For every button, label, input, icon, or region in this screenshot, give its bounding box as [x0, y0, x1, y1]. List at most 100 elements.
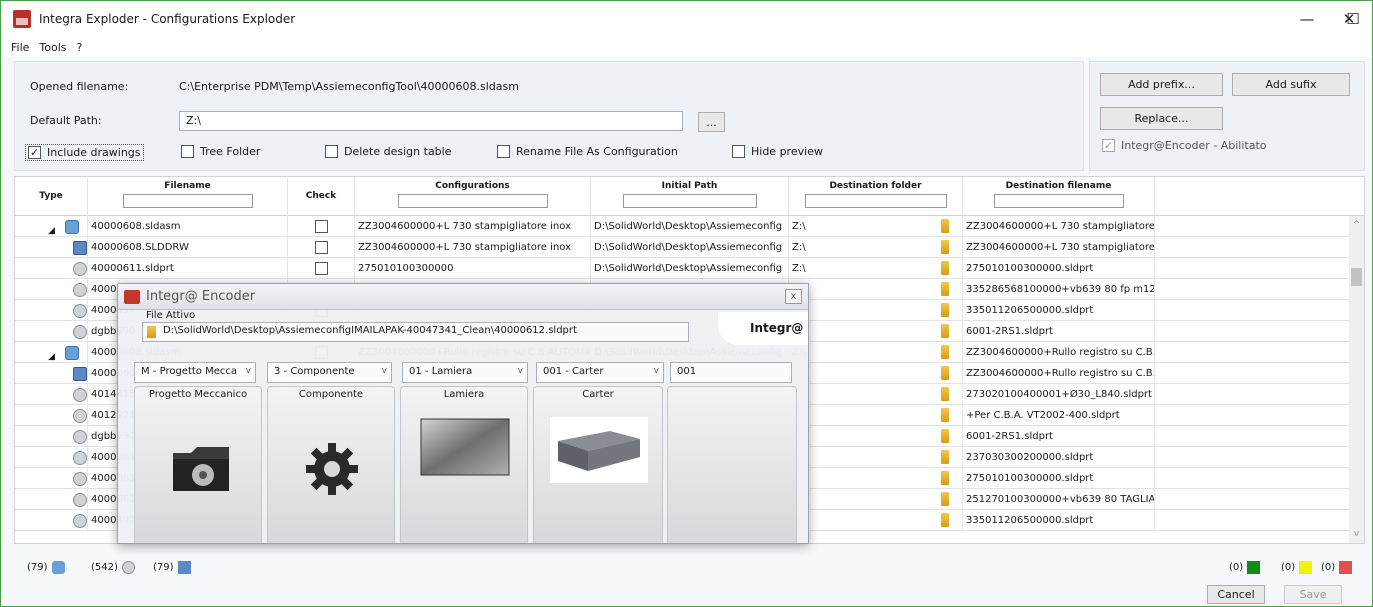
browse-button[interactable]: ...: [698, 112, 725, 132]
encoder-close-button[interactable]: x: [785, 289, 802, 304]
check-cell: [288, 258, 355, 279]
chevron-down-icon: v: [245, 366, 251, 376]
include-drawings-checkbox[interactable]: ✓ Include drawings: [25, 144, 144, 161]
project-type-select[interactable]: M - Progetto Mecca v: [134, 362, 256, 383]
row-checkbox[interactable]: [315, 220, 328, 233]
default-path-input[interactable]: Z:\: [179, 111, 683, 131]
folder-icon[interactable]: [941, 429, 949, 443]
menu-file[interactable]: File: [11, 41, 29, 54]
title-bar[interactable]: Integra Exploder - Configurations Explod…: [1, 1, 1372, 37]
folder-icon[interactable]: [941, 219, 949, 233]
column-header-check[interactable]: Check: [288, 177, 355, 216]
folder-icon[interactable]: [941, 345, 949, 359]
menu-help[interactable]: ?: [77, 41, 83, 54]
material-select[interactable]: 01 - Lamiera v: [402, 362, 528, 383]
config-cell: ZZ3004600000+L 730 stampigliatore inox: [355, 237, 591, 258]
add-prefix-button[interactable]: Add prefix...: [1100, 73, 1223, 96]
assembly-icon: [51, 561, 65, 574]
folder-gear-icon: [173, 447, 229, 491]
chevron-down-icon: v: [381, 366, 387, 376]
encoder-logo-icon: [124, 290, 140, 304]
replace-button[interactable]: Replace...: [1100, 107, 1223, 130]
column-header-label: Filename: [164, 181, 211, 191]
drawing-icon: [73, 367, 87, 381]
folder-icon[interactable]: [941, 261, 949, 275]
filename-cell: 40000611.sldprt: [88, 258, 288, 279]
cancel-button[interactable]: Cancel: [1207, 585, 1265, 604]
initial-path-filter-input[interactable]: [622, 194, 757, 208]
component-type-select[interactable]: 3 - Componente v: [267, 362, 392, 383]
code-input[interactable]: 001: [670, 362, 792, 383]
rename-file-checkbox[interactable]: Rename File As Configuration: [497, 145, 678, 158]
destname-cell: 275010100300000.sldprt: [963, 468, 1155, 489]
destname-cell: 275010100300000.sldprt: [963, 258, 1155, 279]
scroll-up-icon[interactable]: ^: [1349, 220, 1364, 230]
folder-icon[interactable]: [941, 513, 949, 527]
row-checkbox[interactable]: [315, 241, 328, 254]
tile-empty[interactable]: [667, 386, 797, 543]
folder-icon[interactable]: [941, 282, 949, 296]
destination-folder-cell: [789, 510, 963, 531]
expand-icon[interactable]: ◢: [48, 347, 55, 363]
folder-icon[interactable]: [941, 492, 949, 506]
column-header-destination-filename[interactable]: Destination filename: [963, 177, 1155, 216]
column-header-type[interactable]: Type: [15, 177, 88, 216]
menu-tools[interactable]: Tools: [39, 41, 66, 54]
destination-folder-cell: [789, 384, 963, 405]
tree-folder-checkbox[interactable]: Tree Folder: [181, 145, 260, 158]
destination-folder-filter-input[interactable]: [804, 194, 947, 208]
folder-icon[interactable]: [941, 408, 949, 422]
tile-componente[interactable]: Componente: [267, 386, 395, 543]
save-button[interactable]: Save: [1284, 585, 1342, 604]
empty-cell: [1155, 363, 1350, 384]
hide-preview-checkbox[interactable]: Hide preview: [732, 145, 823, 158]
folder-icon[interactable]: [941, 471, 949, 485]
folder-icon[interactable]: [941, 366, 949, 380]
destination-folder-value: Z:\: [792, 242, 806, 253]
count-label: (542): [91, 562, 118, 573]
status-ok-count: (0): [1229, 561, 1261, 574]
checkbox-label: Integr@Encoder - Abilitato: [1121, 139, 1267, 152]
delete-design-table-checkbox[interactable]: Delete design table: [325, 145, 452, 158]
scroll-down-icon[interactable]: v: [1349, 529, 1364, 539]
destination-folder-cell: [789, 279, 963, 300]
column-header-configurations[interactable]: Configurations: [355, 177, 591, 216]
configurations-filter-input[interactable]: [397, 194, 548, 208]
folder-icon[interactable]: [941, 240, 949, 254]
checkbox-box: [497, 145, 510, 158]
column-header-label: Initial Path: [661, 181, 718, 191]
column-header-filename[interactable]: Filename: [88, 177, 288, 216]
column-header-initial-path[interactable]: Initial Path: [591, 177, 789, 216]
type-cell: [15, 468, 88, 489]
type-cell: [15, 363, 88, 384]
minimize-button[interactable]: —: [1284, 1, 1330, 37]
vertical-scrollbar[interactable]: ^ v: [1349, 216, 1364, 543]
filename-cell: 40000608.SLDDRW: [88, 237, 288, 258]
filename-cell: 40000608.sldasm: [88, 216, 288, 237]
expand-icon[interactable]: ◢: [48, 221, 55, 237]
table-row[interactable]: 40000608.SLDDRW ZZ3004600000+L 730 stampi…: [15, 237, 1350, 258]
folder-icon[interactable]: [941, 303, 949, 317]
tile-lamiera[interactable]: Lamiera: [400, 386, 528, 543]
tile-carter[interactable]: Carter: [533, 386, 663, 543]
row-checkbox[interactable]: [315, 262, 328, 275]
tile-progetto-meccanico[interactable]: Progetto Meccanico: [134, 386, 262, 543]
active-file-field[interactable]: D:\SolidWorld\Desktop\AssiemeconfigIMAIL…: [142, 322, 689, 342]
encoder-brand: Integr@: [718, 312, 808, 345]
encoder-title-bar[interactable]: Integr@ Encoder: [118, 284, 808, 310]
close-button[interactable]: ✕: [1326, 1, 1372, 37]
part-type-select[interactable]: 001 - Carter v: [536, 362, 664, 383]
encoder-enabled-checkbox[interactable]: ✓ Integr@Encoder - Abilitato: [1102, 139, 1267, 152]
config-cell: 275010100300000: [355, 258, 591, 279]
table-row[interactable]: 40000611.sldprt 275010100300000 D:\SolidWo…: [15, 258, 1350, 279]
add-sufix-button[interactable]: Add sufix: [1232, 73, 1350, 96]
table-row[interactable]: ◢ 40000608.sldasm ZZ3004600000+L 730 stamp…: [15, 216, 1350, 237]
assembly-icon: [65, 346, 79, 360]
folder-icon[interactable]: [941, 450, 949, 464]
folder-icon[interactable]: [941, 387, 949, 401]
scrollbar-thumb[interactable]: [1351, 268, 1362, 286]
destination-filename-filter-input[interactable]: [993, 194, 1124, 208]
column-header-destination-folder[interactable]: Destination folder: [789, 177, 963, 216]
filename-filter-input[interactable]: [122, 194, 253, 208]
folder-icon[interactable]: [941, 324, 949, 338]
